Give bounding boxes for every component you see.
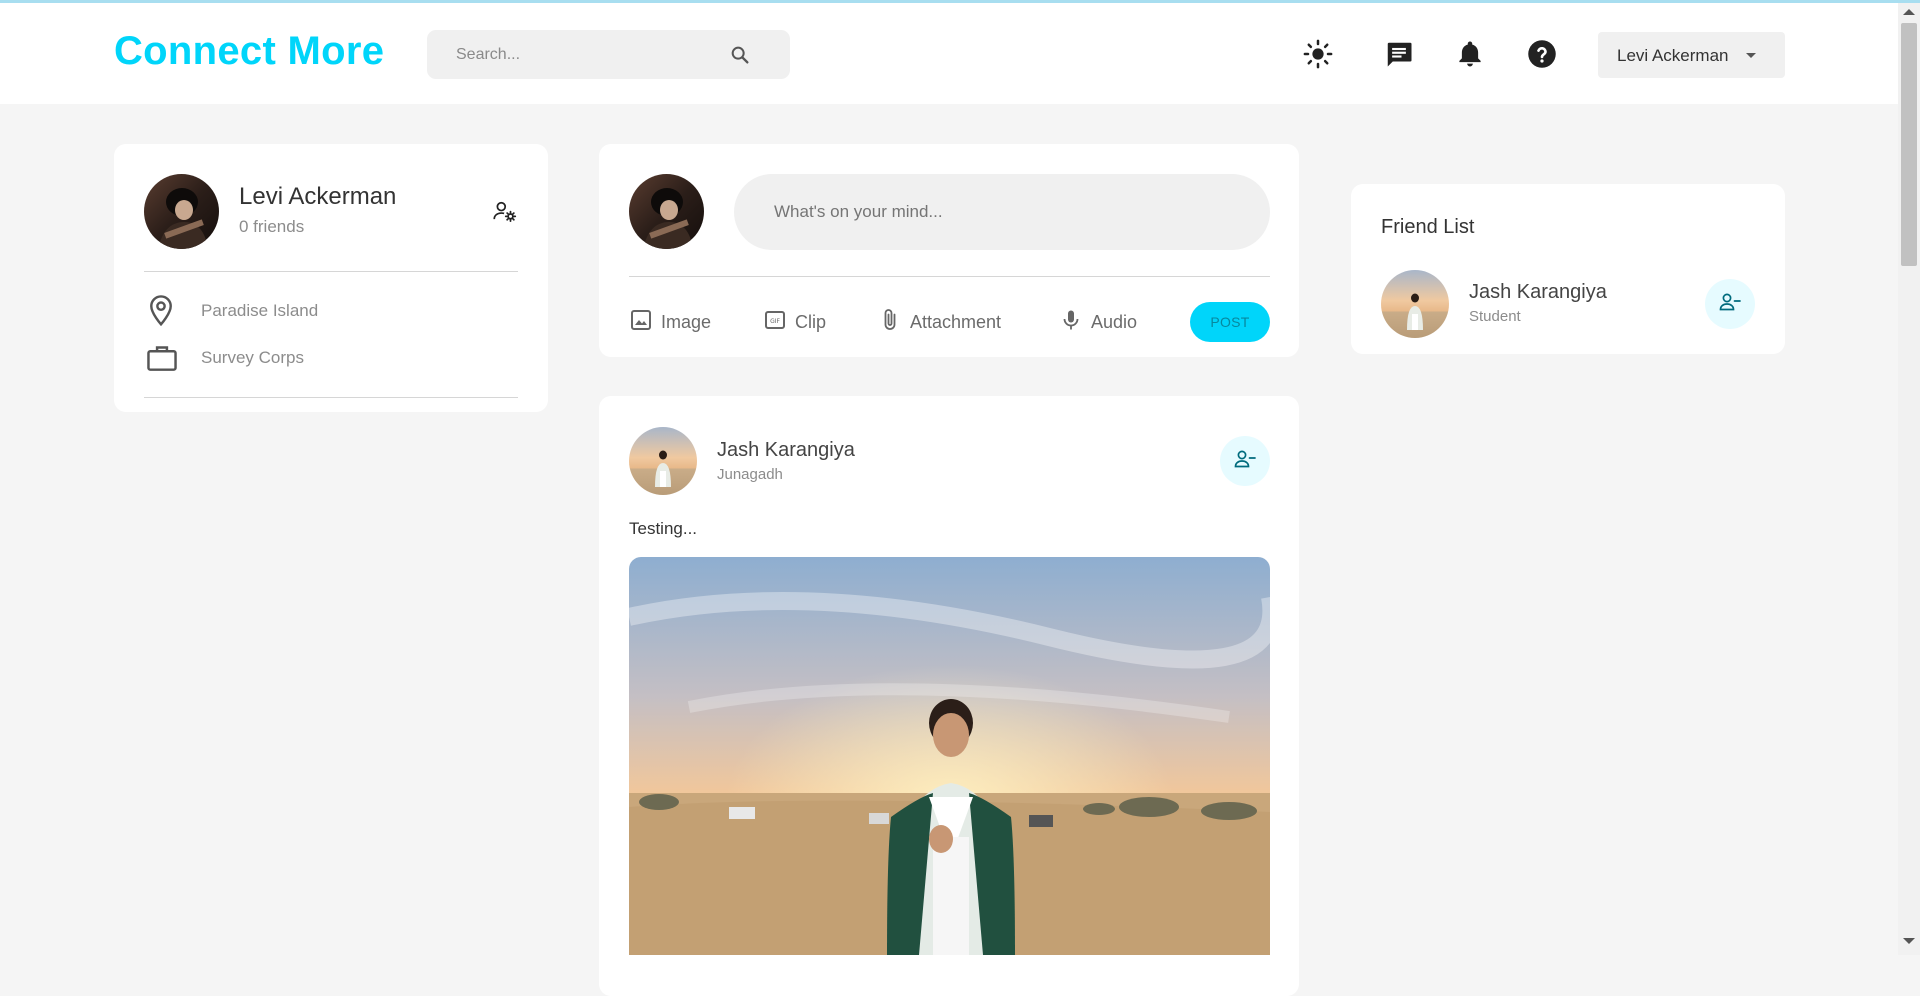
- add-image-label: Image: [661, 311, 712, 332]
- remove-friend-button[interactable]: [1220, 436, 1270, 486]
- profile-occupation: Survey Corps: [201, 348, 304, 367]
- svg-text:GIF: GIF: [770, 318, 780, 325]
- navbar: Connect More Levi Ackerman: [0, 3, 1898, 104]
- profile-avatar[interactable]: [144, 174, 219, 249]
- post-text: Testing...: [629, 519, 698, 538]
- light-mode-icon[interactable]: [1301, 37, 1335, 71]
- profile-friends-count: 0 friends: [239, 217, 305, 236]
- profile-location: Paradise Island: [201, 301, 319, 320]
- app-logo[interactable]: Connect More: [114, 29, 384, 74]
- scroll-up-arrow-icon[interactable]: [1903, 9, 1915, 15]
- person-remove-icon: [1233, 447, 1257, 476]
- post-author-location: Junagadh: [717, 466, 783, 483]
- composer-avatar: [629, 174, 704, 249]
- add-audio-button[interactable]: Audio: [1059, 308, 1137, 336]
- person-remove-icon: [1718, 290, 1742, 319]
- profile-divider-bottom: [144, 397, 518, 398]
- scroll-down-arrow-icon[interactable]: [1903, 938, 1915, 944]
- add-audio-label: Audio: [1091, 311, 1138, 332]
- user-menu-label: Levi Ackerman: [1617, 46, 1729, 65]
- friend-remove-button[interactable]: [1705, 279, 1755, 329]
- post-image[interactable]: [629, 557, 1270, 955]
- search-input[interactable]: [427, 30, 736, 79]
- add-attachment-label: Attachment: [910, 311, 1002, 332]
- microphone-icon: [1059, 308, 1083, 337]
- friend-list-title: Friend List: [1381, 216, 1475, 238]
- image-icon: [629, 308, 653, 337]
- profile-name[interactable]: Levi Ackerman: [239, 183, 396, 211]
- notification-bell-icon[interactable]: [1453, 37, 1487, 71]
- profile-divider-top: [144, 271, 518, 272]
- friend-subtitle: Student: [1469, 308, 1521, 325]
- friend-avatar[interactable]: [1381, 270, 1449, 338]
- add-clip-button[interactable]: GIF Clip: [763, 308, 826, 336]
- work-briefcase-icon: [146, 343, 178, 373]
- message-icon[interactable]: [1382, 37, 1416, 71]
- add-clip-label: Clip: [795, 311, 827, 332]
- search-box: [427, 30, 790, 79]
- friend-name[interactable]: Jash Karangiya: [1469, 281, 1607, 304]
- user-menu-dropdown[interactable]: Levi Ackerman: [1598, 32, 1785, 78]
- post-composer-input[interactable]: [734, 174, 1270, 250]
- add-attachment-button[interactable]: Attachment: [878, 308, 1001, 336]
- search-icon[interactable]: [725, 40, 755, 70]
- caret-down-icon: [1743, 47, 1759, 63]
- post-author-name[interactable]: Jash Karangiya: [717, 439, 855, 462]
- post-button[interactable]: POST: [1190, 302, 1270, 342]
- post-author-avatar[interactable]: [629, 427, 697, 495]
- help-icon[interactable]: [1525, 37, 1559, 71]
- composer-divider: [629, 276, 1270, 277]
- page-scrollbar[interactable]: [1898, 3, 1920, 955]
- scrollbar-thumb[interactable]: [1901, 23, 1917, 266]
- gif-icon: GIF: [763, 308, 787, 337]
- attachment-clip-icon: [878, 308, 902, 337]
- add-image-button[interactable]: Image: [629, 308, 711, 336]
- location-pin-icon: [146, 294, 176, 328]
- manage-account-icon[interactable]: [491, 198, 517, 224]
